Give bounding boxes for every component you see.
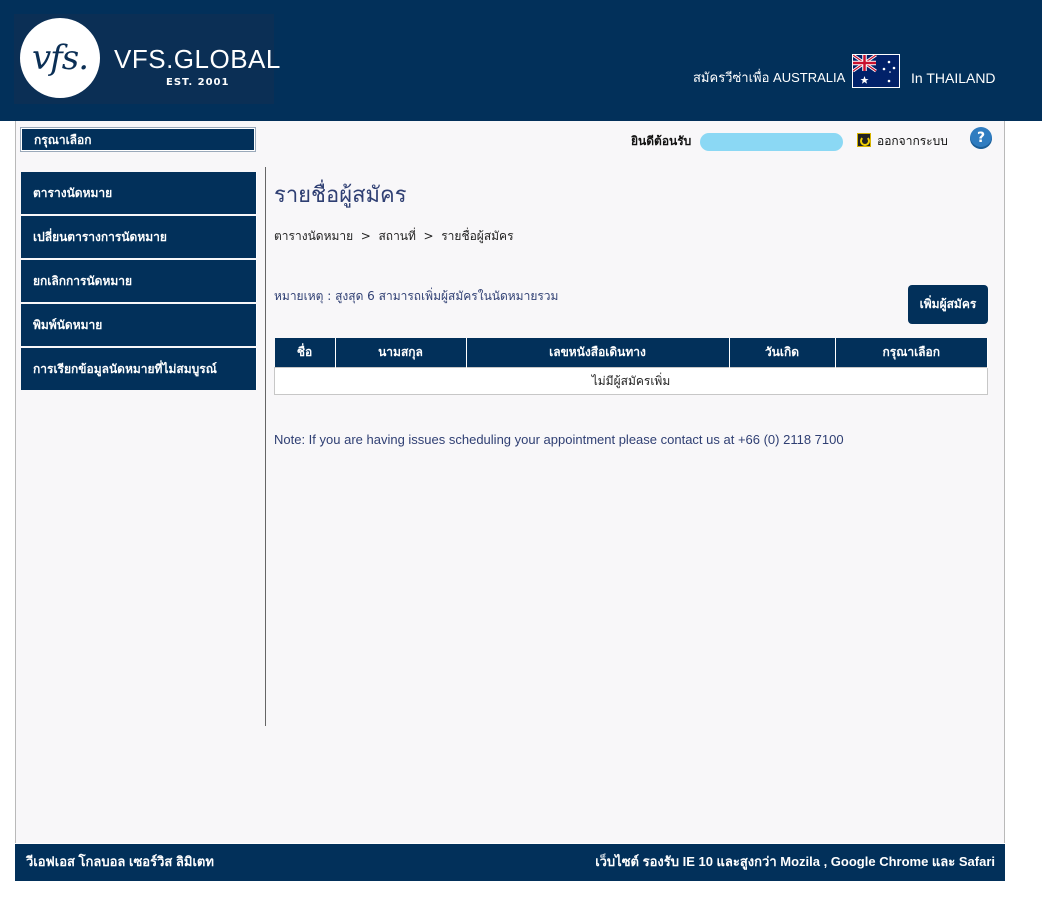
welcome-text: ยินดีต้อนรับ [631,134,692,148]
empty-table-message: ไม่มีผู้สมัครเพิ่ม [274,367,988,395]
power-icon[interactable] [857,133,871,147]
vfs-global-logo[interactable]: vfs. VFS.GLOBAL EST. 2001 [14,14,280,104]
column-header-select: กรุณาเลือก [835,338,988,368]
footer-company-name: วีเอฟเอส โกลบอล เซอร์วิส ลิมิเตท [26,854,214,869]
logo-est: EST. 2001 [166,77,230,88]
logo-name: VFS.GLOBAL [114,44,281,74]
column-header-date-of-birth: วันเกิด [729,338,836,368]
site-header: vfs. VFS.GLOBAL EST. 2001 สมัครวีซ่าเพื่… [0,0,1042,121]
max-applicants-note: หมายเหตุ : สูงสุด 6 สามารถเพิ่มผู้สมัครใ… [274,289,559,303]
sidebar-item-reschedule[interactable]: เปลี่ยนตารางการนัดหมาย [21,216,257,258]
column-header-last-name: นามสกุล [335,338,467,368]
footer-browser-support: เว็บไซต์ รองรับ IE 10 และสูงกว่า Mozila … [595,854,995,869]
apply-visa-text: สมัครวีซ่าเพื่อ AUSTRALIA [693,70,846,85]
sidebar-item-print[interactable]: พิมพ์นัดหมาย [21,304,257,346]
page-title: รายชื่อผู้สมัคร [274,183,407,208]
vertical-divider [265,167,266,726]
column-header-passport-number: เลขหนังสือเดินทาง [466,338,730,368]
breadcrumb: ตารางนัดหมาย > สถานที่ > รายชื่อผู้สมัคร [274,229,514,243]
logo-mark: vfs. [20,18,100,98]
redacted-username [700,133,843,151]
site-footer: วีเอฟเอส โกลบอล เซอร์วิส ลิมิเตท เว็บไซต… [15,844,1005,881]
australia-flag-icon [852,54,900,88]
contact-note: Note: If you are having issues schedulin… [274,432,844,447]
logout-link[interactable]: ออกจากระบบ [877,133,948,149]
sidebar-item-appointment-schedule[interactable]: ตารางนัดหมาย [21,172,257,214]
sidebar-item-cancel[interactable]: ยกเลิกการนัดหมาย [21,260,257,302]
add-applicant-button[interactable]: เพิ่มผู้สมัคร [908,285,988,324]
select-dropdown[interactable]: กรุณาเลือก [20,127,256,152]
country-text: In THAILAND [911,70,996,86]
sidebar-item-incomplete[interactable]: การเรียกข้อมูลนัดหมายที่ไม่สมบูรณ์ [21,348,257,390]
table-row: ไม่มีผู้สมัครเพิ่ม [274,367,988,395]
applicants-table: ชื่อ นามสกุล เลขหนังสือเดินทาง วันเกิด ก… [274,338,988,395]
help-icon[interactable]: ? [970,127,992,149]
column-header-first-name: ชื่อ [274,338,336,368]
